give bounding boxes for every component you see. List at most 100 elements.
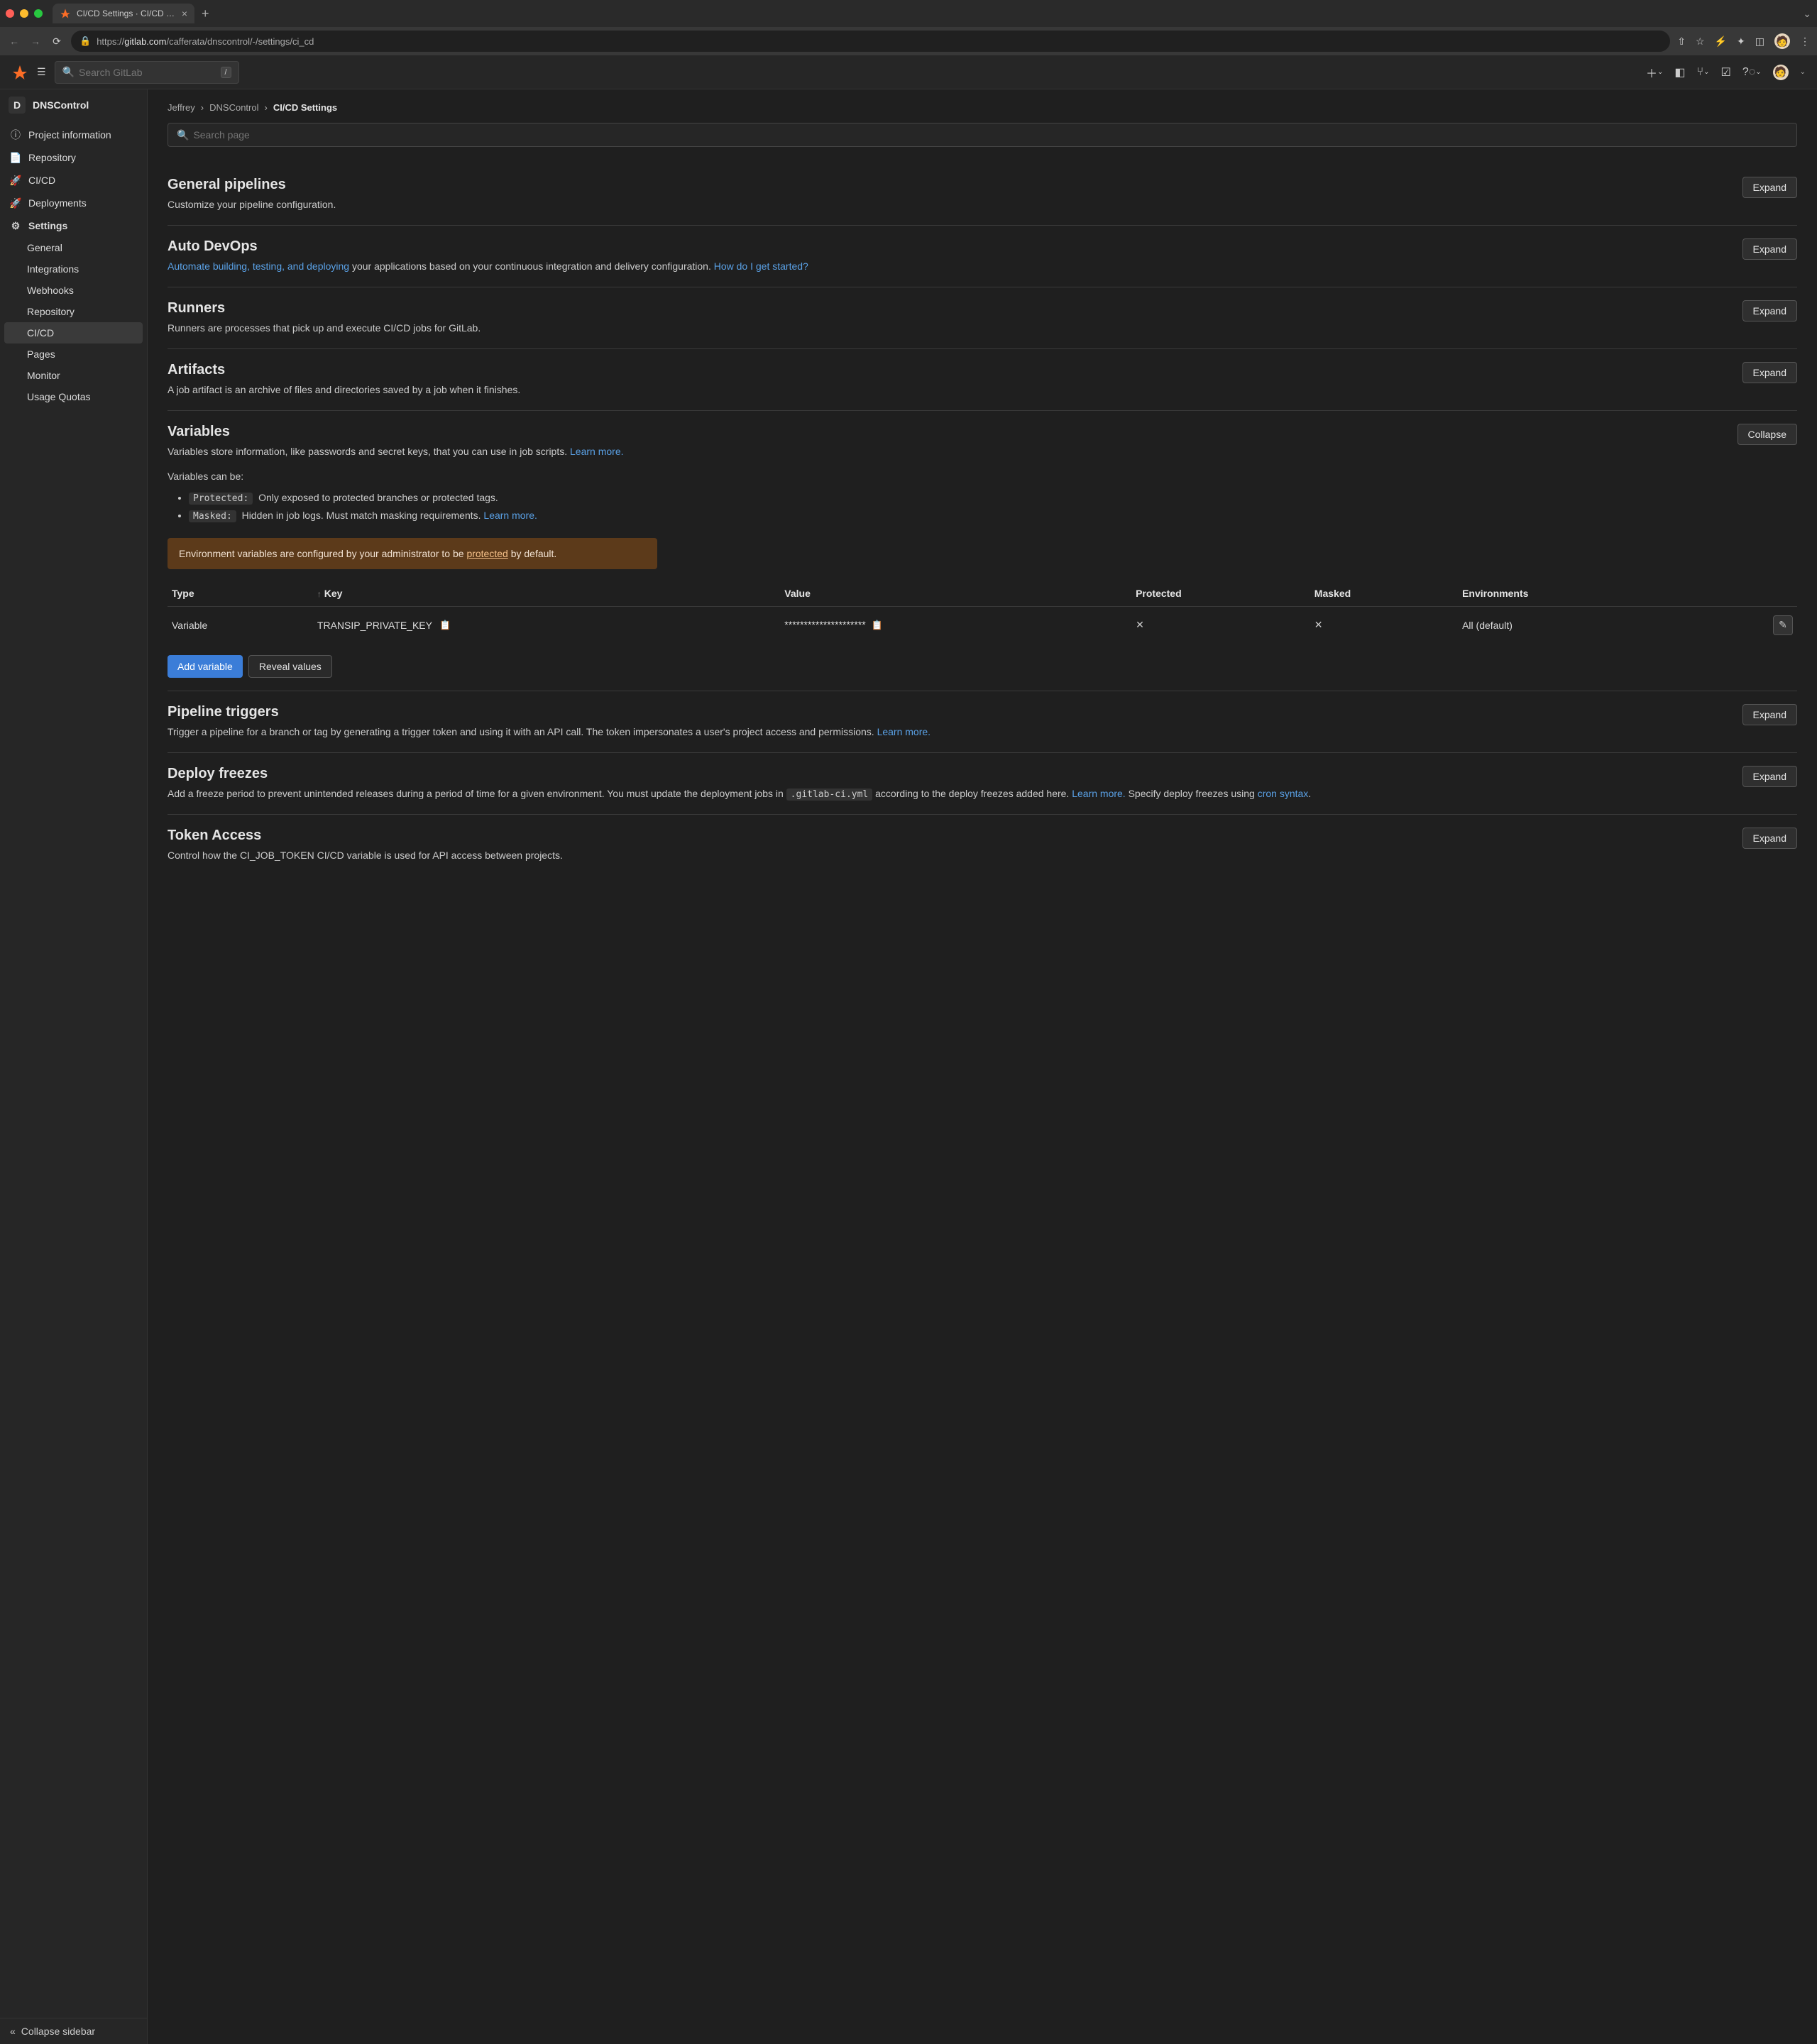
section-title: Variables — [168, 424, 1723, 440]
section-title: Token Access — [168, 828, 1728, 844]
section-title: Runners — [168, 300, 1728, 317]
automate-link[interactable]: Automate building, testing, and deployin… — [168, 260, 349, 272]
hamburger-icon[interactable]: ☰ — [37, 66, 46, 78]
collapse-button[interactable]: Collapse — [1738, 424, 1797, 445]
sidebar-sub-cicd[interactable]: CI/CD — [4, 322, 143, 344]
new-tab-button[interactable]: + — [202, 6, 209, 21]
gitlab-topbar: ☰ 🔍 / ＋⌄ ◧ ⑂ ⌄ ☑ ?◌⌄ 🧑 ⌄ — [0, 55, 1817, 89]
section-desc: Add a freeze period to prevent unintende… — [168, 786, 1728, 802]
copy-icon[interactable]: 📋 — [872, 620, 883, 630]
repo-icon: 📄 — [10, 152, 21, 163]
share-icon[interactable]: ⇧ — [1677, 35, 1686, 48]
th-masked[interactable]: Masked — [1310, 581, 1458, 607]
project-name: DNSControl — [33, 99, 89, 111]
cell-value: ********************* 📋 — [780, 606, 1131, 644]
project-header[interactable]: D DNSControl — [0, 89, 147, 121]
expand-button[interactable]: Expand — [1742, 177, 1797, 198]
th-type[interactable]: Type — [168, 581, 313, 607]
user-menu-caret-icon[interactable]: ⌄ — [1800, 68, 1806, 76]
search-input[interactable] — [79, 67, 216, 78]
project-avatar: D — [9, 97, 26, 114]
learn-more-link[interactable]: Learn more. — [1072, 788, 1125, 799]
close-window[interactable] — [6, 9, 14, 18]
section-title: Deploy freezes — [168, 766, 1728, 782]
sidebar-item-settings[interactable]: ⚙ Settings — [0, 214, 147, 237]
window-controls[interactable] — [6, 9, 43, 18]
tab-close-icon[interactable]: × — [182, 8, 187, 19]
panel-icon[interactable]: ◫ — [1755, 35, 1764, 48]
expand-button[interactable]: Expand — [1742, 238, 1797, 260]
sidebar-sub-repository[interactable]: Repository — [0, 301, 147, 322]
copy-icon[interactable]: 📋 — [439, 620, 451, 631]
script-icon[interactable]: ⚡ — [1715, 35, 1727, 48]
section-general-pipelines: General pipelines Customize your pipelin… — [168, 164, 1797, 226]
sidebar-item-cicd[interactable]: 🚀 CI/CD — [0, 169, 147, 192]
star-icon[interactable]: ☆ — [1696, 35, 1705, 48]
browser-tab[interactable]: CI/CD Settings · CI/CD · Settin × — [53, 4, 194, 23]
maximize-window[interactable] — [34, 9, 43, 18]
lock-icon: 🔒 — [79, 35, 91, 47]
expand-button[interactable]: Expand — [1742, 828, 1797, 849]
pencil-icon: ✎ — [1779, 619, 1787, 631]
protected-link[interactable]: protected — [466, 548, 507, 559]
sidebar-item-repository[interactable]: 📄 Repository — [0, 146, 147, 169]
issues-icon[interactable]: ◧ — [1674, 65, 1685, 79]
sidebar-sub-pages[interactable]: Pages — [0, 344, 147, 365]
sidebar-sub-webhooks[interactable]: Webhooks — [0, 280, 147, 301]
slash-shortcut: / — [221, 67, 231, 78]
tab-bar: CI/CD Settings · CI/CD · Settin × + ⌄ — [0, 0, 1817, 27]
search-page[interactable]: 🔍 — [168, 123, 1797, 147]
th-value[interactable]: Value — [780, 581, 1131, 607]
sidebar-sub-usage-quotas[interactable]: Usage Quotas — [0, 386, 147, 407]
expand-button[interactable]: Expand — [1742, 300, 1797, 322]
expand-button[interactable]: Expand — [1742, 362, 1797, 383]
help-icon[interactable]: ?◌⌄ — [1742, 66, 1762, 79]
sidebar-sub-monitor[interactable]: Monitor — [0, 365, 147, 386]
extensions-icon[interactable]: ✦ — [1737, 35, 1745, 48]
address-bar: ← → ⟳ 🔒 https://gitlab.com/cafferata/dns… — [0, 27, 1817, 55]
collapse-sidebar[interactable]: « Collapse sidebar — [0, 2018, 147, 2044]
add-variable-button[interactable]: Add variable — [168, 655, 243, 678]
th-key[interactable]: ↑ Key — [313, 581, 780, 607]
section-desc: Variables store information, like passwo… — [168, 444, 1723, 459]
menu-icon[interactable]: ⋮ — [1800, 35, 1810, 48]
expand-button[interactable]: Expand — [1742, 704, 1797, 725]
breadcrumb-jeffrey[interactable]: Jeffrey — [168, 102, 195, 113]
deploy-icon: 🚀 — [10, 197, 21, 209]
breadcrumb: Jeffrey › DNSControl › CI/CD Settings — [168, 99, 1797, 123]
tabs-dropdown-icon[interactable]: ⌄ — [1803, 8, 1811, 20]
profile-avatar[interactable]: 🧑 — [1774, 33, 1790, 49]
minimize-window[interactable] — [20, 9, 28, 18]
get-started-link[interactable]: How do I get started? — [714, 260, 808, 272]
section-runners: Runners Runners are processes that pick … — [168, 287, 1797, 349]
th-env[interactable]: Environments — [1458, 581, 1703, 607]
edit-button[interactable]: ✎ — [1773, 615, 1793, 635]
sidebar-list: ⓘ Project information 📄 Repository 🚀 CI/… — [0, 121, 147, 410]
sidebar-item-deployments[interactable]: 🚀 Deployments — [0, 192, 147, 214]
learn-more-link[interactable]: Learn more. — [570, 446, 623, 457]
sidebar-sub-general[interactable]: General — [0, 237, 147, 258]
search-page-input[interactable] — [193, 129, 1788, 141]
learn-more-link[interactable]: Learn more. — [877, 726, 931, 737]
gear-icon: ⚙ — [10, 220, 21, 231]
sidebar: D DNSControl ⓘ Project information 📄 Rep… — [0, 89, 148, 2044]
plus-icon[interactable]: ＋⌄ — [1646, 64, 1663, 81]
reload-button[interactable]: ⟳ — [50, 35, 64, 48]
sidebar-item-project-info[interactable]: ⓘ Project information — [0, 123, 147, 146]
cell-protected: ✕ — [1131, 606, 1310, 644]
masked-learn-link[interactable]: Learn more. — [483, 510, 537, 521]
todos-icon[interactable]: ☑ — [1720, 65, 1730, 79]
sidebar-sub-integrations[interactable]: Integrations — [0, 258, 147, 280]
url-field[interactable]: 🔒 https://gitlab.com/cafferata/dnscontro… — [71, 31, 1670, 52]
merge-requests-icon[interactable]: ⑂ ⌄ — [1696, 66, 1709, 79]
user-menu-avatar[interactable]: 🧑 — [1773, 65, 1789, 80]
back-button[interactable]: ← — [7, 35, 21, 47]
th-protected[interactable]: Protected — [1131, 581, 1310, 607]
collapse-label: Collapse sidebar — [21, 2026, 95, 2037]
cron-link[interactable]: cron syntax — [1258, 788, 1309, 799]
global-search[interactable]: 🔍 / — [55, 61, 239, 84]
reveal-values-button[interactable]: Reveal values — [248, 655, 332, 678]
gitlab-logo-icon[interactable] — [11, 64, 28, 81]
breadcrumb-project[interactable]: DNSControl — [209, 102, 258, 113]
expand-button[interactable]: Expand — [1742, 766, 1797, 787]
